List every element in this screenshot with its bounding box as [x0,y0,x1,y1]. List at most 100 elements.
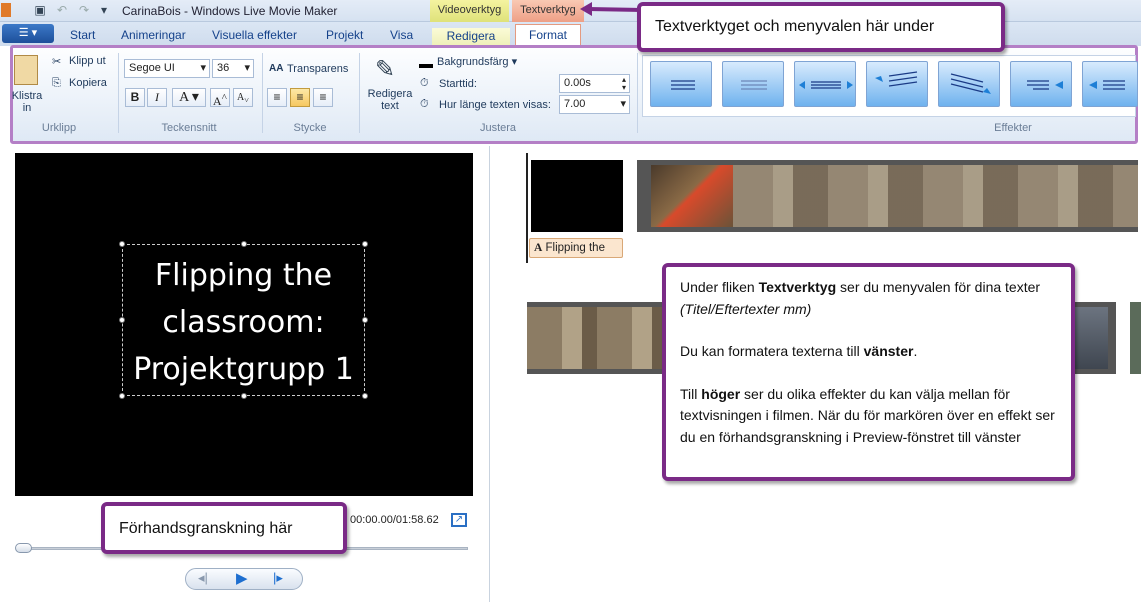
font-family-value: Segoe UI [129,62,175,74]
transparency-button[interactable]: Transparens [287,63,348,75]
tab-format[interactable]: Format [515,24,581,46]
effect-slide[interactable] [938,61,1000,107]
video-clip[interactable] [527,302,667,374]
shrink-font-button[interactable]: A˅ [233,88,253,107]
resize-handle[interactable] [241,241,247,247]
align-center-button[interactable]: ≡ [290,88,310,107]
tab-start[interactable]: Start [70,28,95,42]
duration-select[interactable]: 7.00 ▾ [559,95,630,114]
tab-edit[interactable]: Redigera [432,28,510,46]
effect-fly-in[interactable] [866,61,928,107]
file-menu-button[interactable]: ☰ ▾ [2,24,54,43]
info-bold: vänster [863,343,914,359]
info-paragraph-3: Till höger ser du olika effekter du kan … [680,384,1057,449]
app-icon[interactable] [1,3,11,17]
caption-label: Flipping the [545,242,605,254]
tab-view[interactable]: Visa [390,28,413,42]
font-color-button[interactable]: A ▾ [172,88,206,107]
timecode: 00:00.00/01:58.62 [350,514,439,526]
background-color-icon[interactable] [419,54,433,68]
background-color-button[interactable]: Bakgrundsfärg ▾ [437,55,517,68]
start-time-icon: ⏱ [420,77,429,89]
info-bold: höger [701,385,741,402]
grow-font-button[interactable]: A˄ [210,88,230,108]
fullscreen-icon[interactable]: ↗ [451,513,467,527]
grow-font-label: A [212,94,222,108]
ribbon-separator [637,53,638,133]
context-tab-video-tools: Videoverktyg [430,0,509,22]
info-text: . [913,343,918,359]
start-time-value: 0.00s [564,77,591,89]
seek-slider-thumb[interactable] [15,543,32,553]
text-icon: A [534,242,543,254]
video-clip[interactable] [1070,302,1116,374]
callout-text-tools: Textverktyget och menyvalen här under [637,2,1005,52]
effect-zoom[interactable] [794,61,856,107]
clip-thumbnail [651,165,733,227]
tab-animations[interactable]: Animeringar [121,28,186,42]
effect-scroll-right[interactable] [1082,61,1138,107]
resize-handle[interactable] [362,393,368,399]
group-label-paragraph: Stycke [293,122,327,134]
transparency-icon[interactable]: AA [269,63,283,74]
copy-button[interactable]: Kopiera [69,77,107,89]
playhead[interactable] [526,153,528,263]
next-frame-icon[interactable]: |▸ [273,570,283,586]
start-time-label: Starttid: [439,78,477,90]
effect-scroll-left[interactable] [1010,61,1072,107]
duration-icon: ⏱ [420,98,429,110]
paste-icon[interactable] [14,55,38,85]
font-size-select[interactable]: 36 ▾ [212,59,254,78]
edit-text-icon[interactable]: ✎ [375,55,395,84]
effect-fade-icon [741,80,767,90]
spinner-icon[interactable]: ▴ ▾ [622,76,626,92]
callout-preview: Förhandsgranskning här [101,502,347,554]
copy-icon[interactable]: ⎘ [52,77,61,90]
info-text: Du kan formatera texterna till [680,343,864,359]
previous-frame-icon[interactable]: ◂| [198,570,208,586]
chevron-down-icon: ▾ [620,98,626,110]
edit-text-button[interactable]: Redigera text [364,88,416,112]
chevron-down-icon: ▾ [200,62,206,74]
chevron-down-icon: ▾ [244,62,250,74]
info-bold: Textverktyg [758,279,837,295]
group-label-adjust: Justera [479,122,517,134]
ribbon-separator [262,53,263,133]
resize-handle[interactable] [241,393,247,399]
duration-value: 7.00 [564,98,586,110]
cut-icon[interactable]: ✂ [52,55,61,68]
undo-icon[interactable]: ↶ [55,3,69,17]
info-text: ser du menyvalen för dina texter [836,279,1041,295]
align-left-button[interactable]: ≡ [267,88,287,107]
duration-label: Hur länge texten visas: [439,99,551,111]
clip-thumbnail [1070,307,1108,369]
group-label-clipboard: Urklipp [41,122,77,134]
resize-handle[interactable] [119,393,125,399]
start-time-input[interactable]: 0.00s ▴ ▾ [559,74,630,93]
video-clip[interactable] [637,160,1138,232]
video-clip[interactable] [1130,302,1141,374]
background-color-label: Bakgrundsfärg [437,56,509,68]
redo-icon[interactable]: ↷ [77,3,91,17]
effect-lines-icon [671,80,695,90]
bold-button[interactable]: B [125,88,145,107]
customize-toolbar-icon[interactable]: ▾ [97,3,111,17]
align-right-button[interactable]: ≡ [313,88,333,107]
effect-fade[interactable] [722,61,784,107]
italic-button[interactable]: I [147,88,167,107]
text-caption-chip[interactable]: A Flipping the [529,238,623,258]
ribbon-separator [118,53,119,133]
paste-button[interactable]: Klistra in [11,90,43,114]
tab-project[interactable]: Projekt [326,28,363,42]
save-icon[interactable]: ▣ [33,3,47,17]
resize-handle[interactable] [362,241,368,247]
effect-scroll-right-icon [1089,80,1125,90]
font-family-select[interactable]: Segoe UI ▾ [124,59,210,78]
cut-button[interactable]: Klipp ut [69,55,106,67]
effect-none[interactable] [650,61,712,107]
title-clip[interactable] [531,160,623,232]
resize-handle[interactable] [119,241,125,247]
effect-slide-icon [950,73,991,94]
tab-visual-effects[interactable]: Visuella effekter [212,28,297,42]
play-icon[interactable]: ▶ [236,569,248,587]
